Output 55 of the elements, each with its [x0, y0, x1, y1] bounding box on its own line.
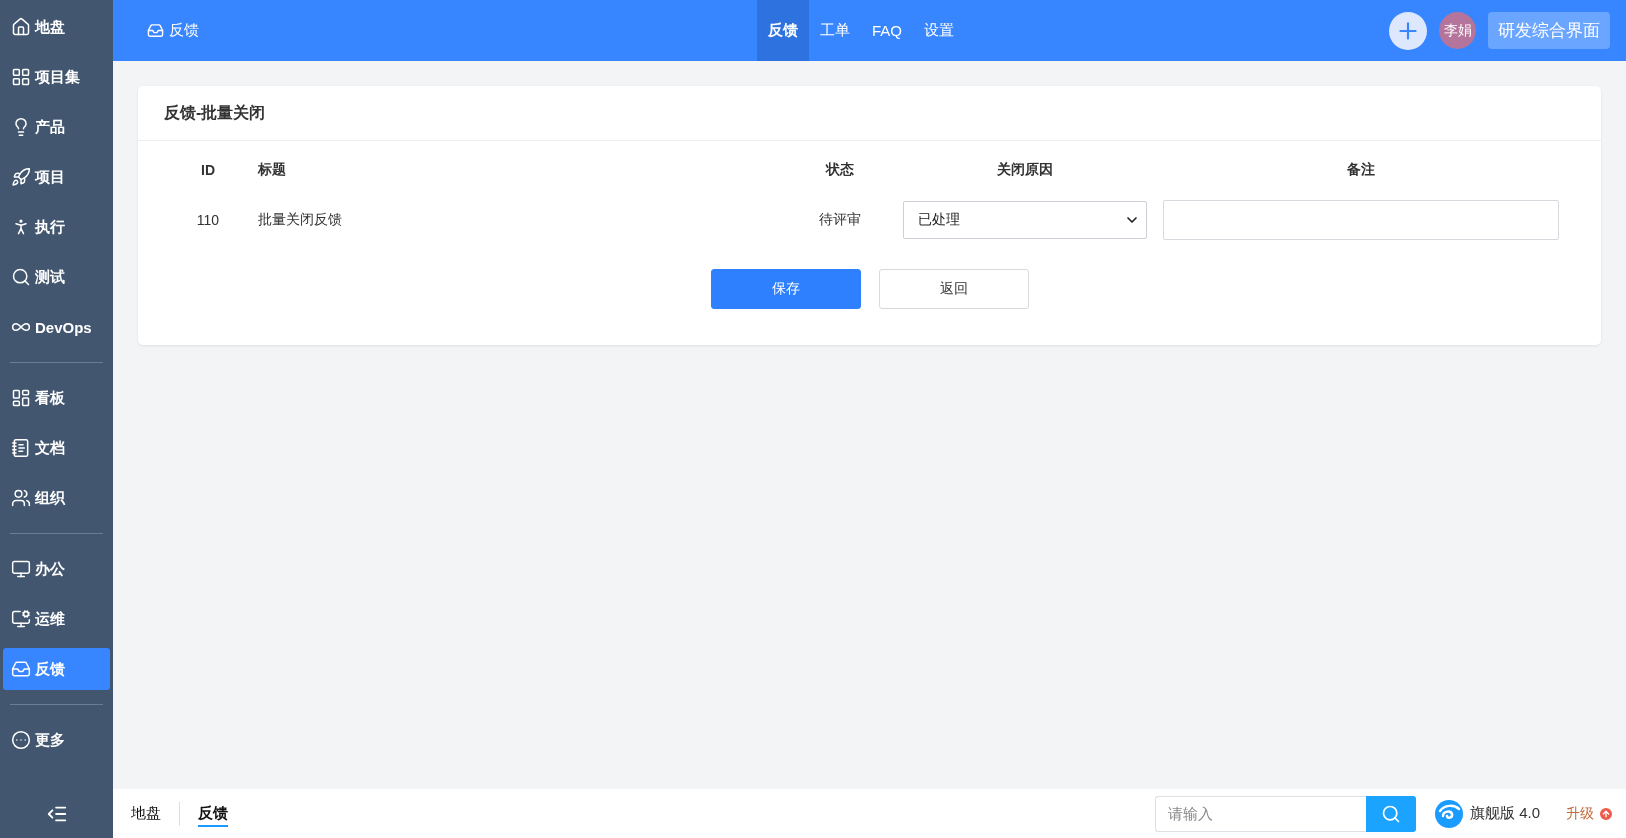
- rocket-icon: [11, 167, 31, 187]
- sidebar-item[interactable]: 组织: [3, 477, 110, 519]
- save-button[interactable]: 保存: [710, 269, 861, 309]
- status-cell-text: 待评审: [818, 210, 862, 229]
- back-button[interactable]: 返回: [878, 269, 1029, 309]
- breadcrumb-link[interactable]: 反馈: [198, 800, 228, 827]
- upgrade-link[interactable]: 升级: [1566, 804, 1614, 823]
- sidebar-item[interactable]: 办公: [3, 548, 110, 590]
- sidebar-item[interactable]: 执行: [3, 206, 110, 248]
- title-cell-text: 批量关闭反馈: [257, 210, 343, 229]
- reason-select[interactable]: 已处理: [903, 201, 1147, 239]
- nav-tab[interactable]: 工单: [809, 0, 861, 61]
- nav-tab[interactable]: 设置: [913, 0, 965, 61]
- sidebar-item[interactable]: 文档: [3, 427, 110, 469]
- module-title: 反馈: [169, 21, 199, 40]
- inbox-icon: [11, 659, 31, 679]
- column-header: 状态: [824, 160, 855, 179]
- arrow-up-icon: [1598, 805, 1614, 822]
- column-header: 标题: [257, 160, 287, 179]
- sidebar-item[interactable]: 更多: [3, 719, 110, 761]
- nav-tab[interactable]: 反馈: [757, 0, 809, 61]
- search-icon: [1380, 803, 1401, 824]
- column-header: ID: [200, 161, 216, 180]
- edition-label: 旗舰版 4.0: [1469, 804, 1540, 823]
- board-icon: [11, 388, 31, 408]
- house-icon: [11, 17, 31, 37]
- grid-icon: [11, 67, 31, 87]
- sidebar-item[interactable]: 地盘: [3, 6, 110, 48]
- sidebar-item[interactable]: 看板: [3, 377, 110, 419]
- ellipsis-icon: [11, 730, 31, 750]
- add-button[interactable]: [1389, 11, 1427, 50]
- monitor-icon: [11, 559, 31, 579]
- sidebar-item[interactable]: 运维: [3, 598, 110, 640]
- sidebar-item[interactable]: 反馈: [3, 648, 110, 690]
- remark-input[interactable]: [1163, 200, 1559, 240]
- search-icon: [11, 267, 31, 287]
- inbox-icon: [147, 22, 164, 39]
- logo-icon: [1433, 798, 1464, 829]
- sidebar-item[interactable]: 测试: [3, 256, 110, 298]
- card-title: 反馈-批量关闭: [138, 86, 1601, 141]
- column-header: 备注: [1346, 160, 1376, 179]
- user-avatar[interactable]: 李娟: [1439, 12, 1476, 49]
- id-cell-text: 110: [195, 211, 221, 230]
- search-button[interactable]: [1365, 795, 1416, 832]
- nav-tab[interactable]: FAQ: [861, 0, 913, 61]
- users-icon: [11, 488, 31, 508]
- sidebar-item[interactable]: 产品: [3, 106, 110, 148]
- column-header: 关闭原因: [996, 160, 1054, 179]
- monitor-icon: [11, 609, 31, 629]
- breadcrumb-link[interactable]: 地盘: [131, 800, 161, 827]
- sidebar-item[interactable]: DevOps: [3, 306, 110, 348]
- notebook-icon: [11, 438, 31, 458]
- sidebar-item[interactable]: 项目: [3, 156, 110, 198]
- search-input[interactable]: 请输入: [1154, 795, 1366, 832]
- sidebar-item[interactable]: 项目集: [3, 56, 110, 98]
